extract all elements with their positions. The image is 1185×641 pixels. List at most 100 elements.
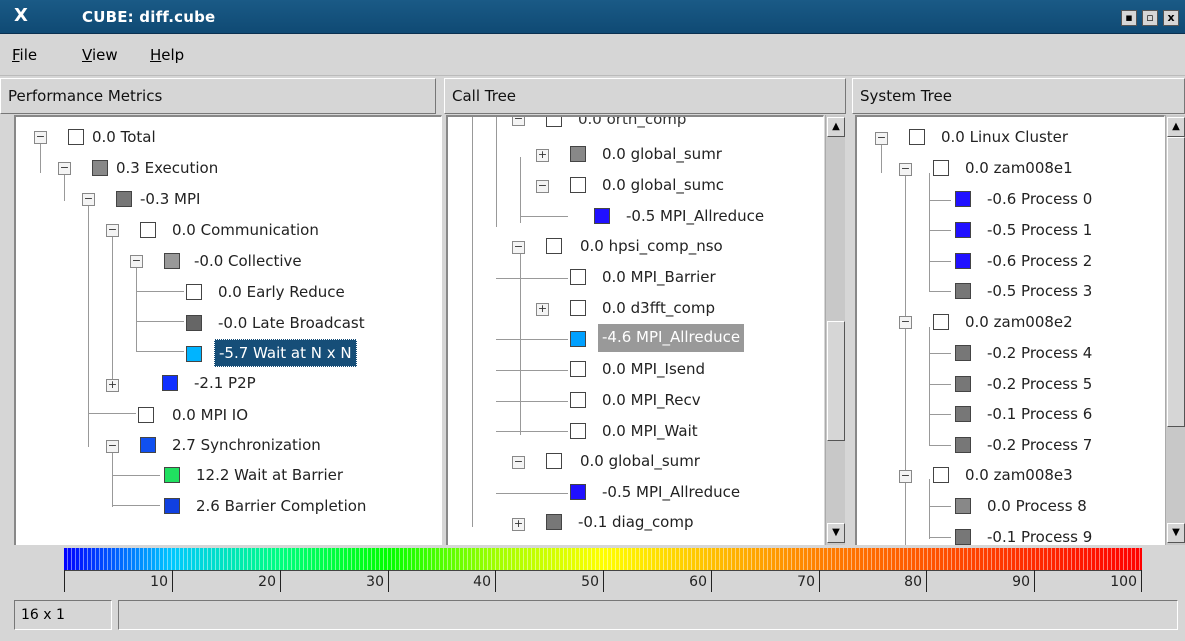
- tree-item-global-sumr-2[interactable]: 0.0 global_sumr: [580, 449, 700, 473]
- scroll-up-icon[interactable]: ▲: [1167, 117, 1185, 137]
- tree-item-zam008e2[interactable]: 0.0 zam008e2: [965, 310, 1073, 334]
- tree-item-process-2[interactable]: -0.6 Process 2: [987, 249, 1092, 273]
- tree-item-mpi-io[interactable]: 0.0 MPI IO: [172, 403, 248, 427]
- scroll-thumb[interactable]: [1167, 137, 1185, 427]
- tree-item-process-6[interactable]: -0.1 Process 6: [987, 402, 1092, 426]
- tree-item-process-9[interactable]: -0.1 Process 9: [987, 525, 1092, 545]
- call-tree[interactable]: − 0.0 orth_comp + 0.0 global_sumr − 0.0 …: [446, 115, 824, 545]
- tree-item-process-7[interactable]: -0.2 Process 7: [987, 433, 1092, 457]
- tree-item-collective[interactable]: -0.0 Collective: [194, 249, 302, 273]
- tree-item-hpsi-comp-nso[interactable]: 0.0 hpsi_comp_nso: [580, 234, 723, 258]
- tree-item-late-broadcast[interactable]: -0.0 Late Broadcast: [218, 311, 365, 335]
- calltree-scrollbar[interactable]: ▲ ▼: [825, 115, 845, 545]
- metrics-tree[interactable]: − 0.0 Total − 0.3 Execution − -0.3 MPI −…: [14, 115, 442, 545]
- tree-item-mpi-allreduce-2[interactable]: -0.5 MPI_Allreduce: [602, 480, 740, 504]
- color-swatch: [955, 345, 971, 361]
- tree-item-process-8[interactable]: 0.0 Process 8: [987, 494, 1087, 518]
- tree-item-mpi-wait[interactable]: 0.0 MPI_Wait: [602, 419, 698, 443]
- tree-item-total[interactable]: 0.0 Total: [92, 125, 156, 149]
- collapse-icon[interactable]: −: [899, 316, 912, 329]
- collapse-icon[interactable]: −: [899, 470, 912, 483]
- expand-icon[interactable]: +: [512, 518, 525, 531]
- collapse-icon[interactable]: −: [899, 163, 912, 176]
- color-swatch: [955, 253, 971, 269]
- scale-tick-label: 70: [797, 574, 815, 590]
- color-swatch: [909, 129, 925, 145]
- color-swatch: [933, 160, 949, 176]
- scroll-thumb[interactable]: [827, 321, 845, 441]
- calltree-header[interactable]: Call Tree: [444, 78, 846, 114]
- color-swatch: [92, 160, 108, 176]
- collapse-icon[interactable]: −: [512, 117, 525, 126]
- menu-help[interactable]: Help: [150, 46, 184, 64]
- tree-item-process-1[interactable]: -0.5 Process 1: [987, 218, 1092, 242]
- tree-item-early-reduce[interactable]: 0.0 Early Reduce: [218, 280, 345, 304]
- color-swatch: [570, 177, 586, 193]
- color-swatch: [570, 423, 586, 439]
- color-swatch: [116, 191, 132, 207]
- collapse-icon[interactable]: −: [82, 193, 95, 206]
- color-swatch: [570, 300, 586, 316]
- color-swatch: [186, 315, 202, 331]
- tree-item-communication[interactable]: 0.0 Communication: [172, 218, 319, 242]
- tree-item-mpi-allreduce[interactable]: -0.5 MPI_Allreduce: [626, 204, 764, 228]
- tree-item-process-5[interactable]: -0.2 Process 5: [987, 372, 1092, 396]
- scroll-down-icon[interactable]: ▼: [1167, 523, 1185, 543]
- status-bar: 16 x 1: [0, 598, 1185, 641]
- system-tree[interactable]: − 0.0 Linux Cluster − 0.0 zam008e1 -0.6 …: [855, 115, 1165, 545]
- tree-item-global-sumr[interactable]: 0.0 global_sumr: [602, 142, 722, 166]
- grid-size-status: 16 x 1: [14, 600, 112, 630]
- menu-file[interactable]: File: [12, 46, 37, 64]
- color-swatch: [570, 392, 586, 408]
- systemtree-header[interactable]: System Tree: [852, 78, 1185, 114]
- scroll-down-icon[interactable]: ▼: [827, 523, 845, 543]
- minimize-button[interactable]: ▪: [1121, 10, 1137, 26]
- expand-icon[interactable]: +: [536, 303, 549, 316]
- tree-item-linux-cluster[interactable]: 0.0 Linux Cluster: [941, 125, 1068, 149]
- collapse-icon[interactable]: −: [536, 180, 549, 193]
- close-button[interactable]: x: [1163, 10, 1179, 26]
- menu-view[interactable]: View: [82, 46, 118, 64]
- tree-item-process-3[interactable]: -0.5 Process 3: [987, 279, 1092, 303]
- collapse-icon[interactable]: −: [34, 131, 47, 144]
- tree-item-wait-barrier[interactable]: 12.2 Wait at Barrier: [196, 463, 343, 487]
- tree-item-orth-comp[interactable]: 0.0 orth_comp: [578, 117, 686, 131]
- metrics-header[interactable]: Performance Metrics: [0, 78, 436, 114]
- collapse-icon[interactable]: −: [58, 162, 71, 175]
- tree-item-mpi[interactable]: -0.3 MPI: [140, 187, 200, 211]
- tree-item-mpi-allreduce-selected[interactable]: -4.6 MPI_Allreduce: [598, 324, 745, 352]
- tree-item-synchronization[interactable]: 2.7 Synchronization: [172, 433, 321, 457]
- tree-item-zam008e1[interactable]: 0.0 zam008e1: [965, 156, 1073, 180]
- tree-item-mpi-barrier[interactable]: 0.0 MPI_Barrier: [602, 265, 716, 289]
- color-swatch: [955, 283, 971, 299]
- tree-item-zam008e3[interactable]: 0.0 zam008e3: [965, 463, 1073, 487]
- tree-item-process-4[interactable]: -0.2 Process 4: [987, 341, 1092, 365]
- color-swatch: [570, 269, 586, 285]
- tree-item-process-0[interactable]: -0.6 Process 0: [987, 187, 1092, 211]
- color-swatch: [186, 346, 202, 362]
- scroll-up-icon[interactable]: ▲: [827, 117, 845, 137]
- color-scale: 10 20 30 40 50 60 70 80 90 100: [0, 546, 1185, 596]
- tree-item-barrier-completion[interactable]: 2.6 Barrier Completion: [196, 494, 366, 518]
- collapse-icon[interactable]: −: [512, 241, 525, 254]
- tree-item-execution[interactable]: 0.3 Execution: [116, 156, 218, 180]
- color-swatch: [570, 361, 586, 377]
- collapse-icon[interactable]: −: [106, 440, 119, 453]
- collapse-icon[interactable]: −: [130, 255, 143, 268]
- tree-item-global-sumc[interactable]: 0.0 global_sumc: [602, 173, 724, 197]
- maximize-button[interactable]: ▫: [1142, 10, 1158, 26]
- tree-item-wait-nxn[interactable]: -5.7 Wait at N x N: [214, 339, 357, 367]
- collapse-icon[interactable]: −: [106, 224, 119, 237]
- tree-item-mpi-isend[interactable]: 0.0 MPI_Isend: [602, 357, 705, 381]
- expand-icon[interactable]: +: [536, 149, 549, 162]
- tree-item-mpi-recv[interactable]: 0.0 MPI_Recv: [602, 388, 701, 412]
- tree-item-p2p[interactable]: -2.1 P2P: [194, 371, 256, 395]
- collapse-icon[interactable]: −: [875, 132, 888, 145]
- systemtree-scrollbar[interactable]: ▲ ▼: [1165, 115, 1185, 545]
- scale-tick-label: 90: [1012, 574, 1030, 590]
- collapse-icon[interactable]: −: [512, 456, 525, 469]
- color-swatch: [140, 222, 156, 238]
- expand-icon[interactable]: +: [106, 379, 119, 392]
- tree-item-diag-comp[interactable]: -0.1 diag_comp: [578, 510, 694, 534]
- tree-item-d3fft-comp[interactable]: 0.0 d3fft_comp: [602, 296, 715, 320]
